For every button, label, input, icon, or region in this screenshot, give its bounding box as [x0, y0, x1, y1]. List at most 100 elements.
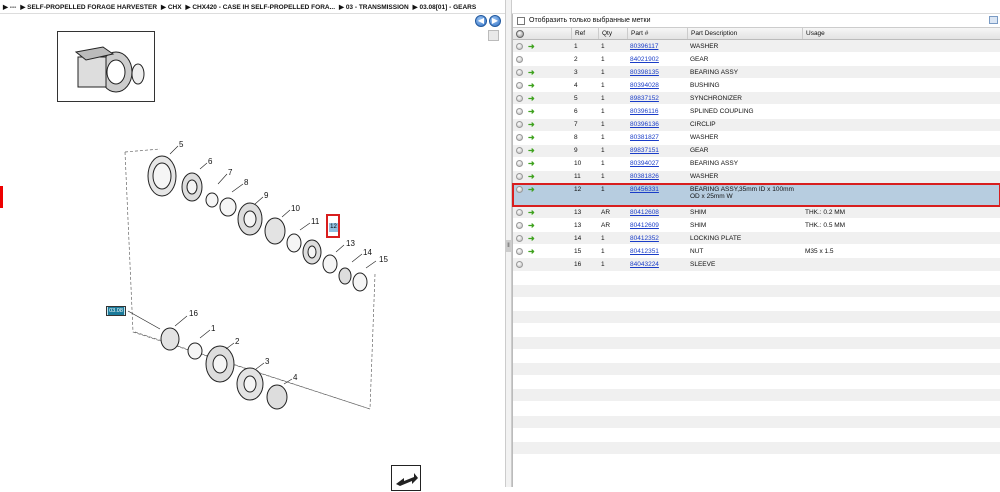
callout-label[interactable]: 11: [311, 217, 320, 226]
cell-part[interactable]: 80412608: [627, 209, 687, 216]
add-to-cart-arrow-icon[interactable]: ➜: [528, 147, 536, 155]
table-row[interactable]: 2 1 84021902 GEAR: [513, 53, 1000, 67]
cell-part[interactable]: 80412352: [627, 235, 687, 242]
row-select-icon[interactable]: [516, 134, 523, 142]
breadcrumb-item[interactable]: ▶ 03 - TRANSMISSION: [339, 3, 409, 11]
row-select-icon[interactable]: [516, 68, 523, 76]
callout-label[interactable]: 6: [208, 157, 213, 166]
callout-label[interactable]: 10: [291, 204, 300, 213]
row-select-icon[interactable]: [516, 247, 523, 255]
table-row[interactable]: ➜ 11 1 80381826 WASHER: [513, 170, 1000, 185]
cell-part[interactable]: 80394028: [627, 82, 687, 89]
cell-part[interactable]: 80381827: [627, 134, 687, 141]
breadcrumb-item[interactable]: ▶ ---: [3, 3, 16, 11]
splitter-grip-icon[interactable]: ‖: [506, 240, 511, 252]
table-row[interactable]: ➜ 14 1 80412352 LOCKING PLATE: [513, 232, 1000, 246]
table-row[interactable]: ➜ 9 1 89837151 GEAR: [513, 144, 1000, 158]
table-row[interactable]: ➜ 7 1 80396136 CIRCLIP: [513, 118, 1000, 132]
table-row[interactable]: ➜ 8 1 80381827 WASHER: [513, 131, 1000, 145]
header-usage[interactable]: Usage: [802, 28, 1000, 39]
row-select-icon[interactable]: [516, 260, 523, 268]
cell-part[interactable]: 80394027: [627, 160, 687, 167]
add-to-cart-arrow-icon[interactable]: ➜: [528, 247, 536, 255]
table-row[interactable]: ➜ 10 1 80394027 BEARING ASSY: [513, 157, 1000, 171]
select-all-icon[interactable]: [516, 29, 524, 38]
callout-label[interactable]: 15: [379, 255, 388, 264]
callout-label[interactable]: 14: [363, 248, 372, 257]
cell-part[interactable]: 80396116: [627, 108, 687, 115]
callout-label[interactable]: 5: [179, 140, 184, 149]
row-select-icon[interactable]: [516, 160, 523, 168]
callout-label[interactable]: 13: [346, 239, 355, 248]
add-to-cart-arrow-icon[interactable]: ➜: [528, 221, 536, 229]
add-to-cart-arrow-icon[interactable]: ➜: [528, 42, 536, 50]
add-to-cart-arrow-icon[interactable]: ➜: [528, 81, 536, 89]
cell-part[interactable]: 80396117: [627, 43, 687, 50]
cell-part[interactable]: 80412351: [627, 248, 687, 255]
callout-label[interactable]: 16: [189, 309, 198, 318]
selected-callout[interactable]: 12: [326, 214, 340, 238]
breadcrumb-item[interactable]: ▶ SELF-PROPELLED FORAGE HARVESTER: [20, 3, 157, 11]
add-to-cart-arrow-icon[interactable]: ➜: [528, 208, 536, 216]
cell-part[interactable]: 80398135: [627, 69, 687, 76]
callout-label[interactable]: 9: [264, 191, 269, 200]
add-to-cart-arrow-icon[interactable]: ➜: [528, 186, 536, 194]
table-row[interactable]: ➜ 6 1 80396116 SPLINED COUPLING: [513, 105, 1000, 119]
show-selected-checkbox[interactable]: [517, 16, 525, 25]
callout-label[interactable]: 2: [235, 337, 240, 346]
cell-part[interactable]: 80381826: [627, 173, 687, 180]
row-select-icon[interactable]: [516, 108, 523, 116]
row-select-icon[interactable]: [516, 42, 523, 50]
callout-label[interactable]: 8: [244, 178, 249, 187]
table-row[interactable]: ➜ 5 1 89837152 SYNCHRONIZER: [513, 92, 1000, 106]
add-to-cart-arrow-icon[interactable]: ➜: [528, 234, 536, 242]
cell-part[interactable]: 80396136: [627, 121, 687, 128]
cell-part[interactable]: 80456331: [627, 186, 687, 193]
breadcrumb-item[interactable]: ▶ CHX: [161, 3, 182, 11]
row-select-icon[interactable]: [516, 173, 523, 181]
table-row[interactable]: ➜ 4 1 80394028 BUSHING: [513, 79, 1000, 93]
pane-splitter[interactable]: ‖: [505, 0, 512, 487]
table-row-selected[interactable]: ➜ 12 1 80456331 BEARING ASSY,35mm ID x 100mm…: [512, 183, 1000, 208]
row-select-icon[interactable]: [516, 234, 523, 242]
breadcrumb-item[interactable]: ▶ CHX420 - CASE IH SELF-PROPELLED FORA..…: [186, 3, 335, 11]
add-to-cart-arrow-icon[interactable]: ➜: [528, 121, 536, 129]
row-select-icon[interactable]: [516, 55, 523, 63]
callout-label[interactable]: 1: [211, 324, 216, 333]
table-row[interactable]: ➜ 15 1 80412351 NUT M35 x 1.5: [513, 245, 1000, 259]
header-part[interactable]: Part #: [627, 28, 687, 39]
table-row[interactable]: ➜ 13 AR 80412609 SHIM THK.: 0.5 MM: [513, 219, 1000, 233]
table-row[interactable]: ➜ 1 1 80396117 WASHER: [513, 40, 1000, 54]
add-to-cart-arrow-icon[interactable]: ➜: [528, 108, 536, 116]
callout-label[interactable]: 7: [228, 168, 233, 177]
row-select-icon[interactable]: [516, 147, 523, 155]
add-to-cart-arrow-icon[interactable]: ➜: [528, 134, 536, 142]
cell-part[interactable]: 89837151: [627, 147, 687, 154]
callout-label[interactable]: 3: [265, 357, 270, 366]
callout-label[interactable]: 4: [293, 373, 298, 382]
cell-part[interactable]: 89837152: [627, 95, 687, 102]
table-row[interactable]: 16 1 84043224 SLEEVE: [513, 258, 1000, 272]
header-select-cell[interactable]: [513, 28, 571, 39]
export-icon[interactable]: [989, 16, 998, 24]
cell-part[interactable]: 84043224: [627, 261, 687, 268]
table-row[interactable]: ➜ 13 AR 80412608 SHIM THK.: 0.2 MM: [513, 206, 1000, 220]
add-to-cart-arrow-icon[interactable]: ➜: [528, 94, 536, 102]
next-page-button[interactable]: [391, 465, 421, 491]
header-ref[interactable]: Ref: [571, 28, 598, 39]
cell-part[interactable]: 84021902: [627, 56, 687, 63]
breadcrumb-item[interactable]: ▶ 03.08[01] - GEARS: [413, 3, 477, 11]
row-select-icon[interactable]: [516, 208, 523, 216]
row-select-icon[interactable]: [516, 186, 523, 194]
header-qty[interactable]: Qty: [598, 28, 627, 39]
header-desc[interactable]: Part Description: [687, 28, 802, 39]
add-to-cart-arrow-icon[interactable]: ➜: [528, 160, 536, 168]
add-to-cart-arrow-icon[interactable]: ➜: [528, 173, 536, 181]
row-select-icon[interactable]: [516, 94, 523, 102]
row-select-icon[interactable]: [516, 221, 523, 229]
reference-badge[interactable]: 03.08: [106, 306, 126, 316]
row-select-icon[interactable]: [516, 81, 523, 89]
table-row[interactable]: ➜ 3 1 80398135 BEARING ASSY: [513, 66, 1000, 80]
row-select-icon[interactable]: [516, 121, 523, 129]
cell-part[interactable]: 80412609: [627, 222, 687, 229]
